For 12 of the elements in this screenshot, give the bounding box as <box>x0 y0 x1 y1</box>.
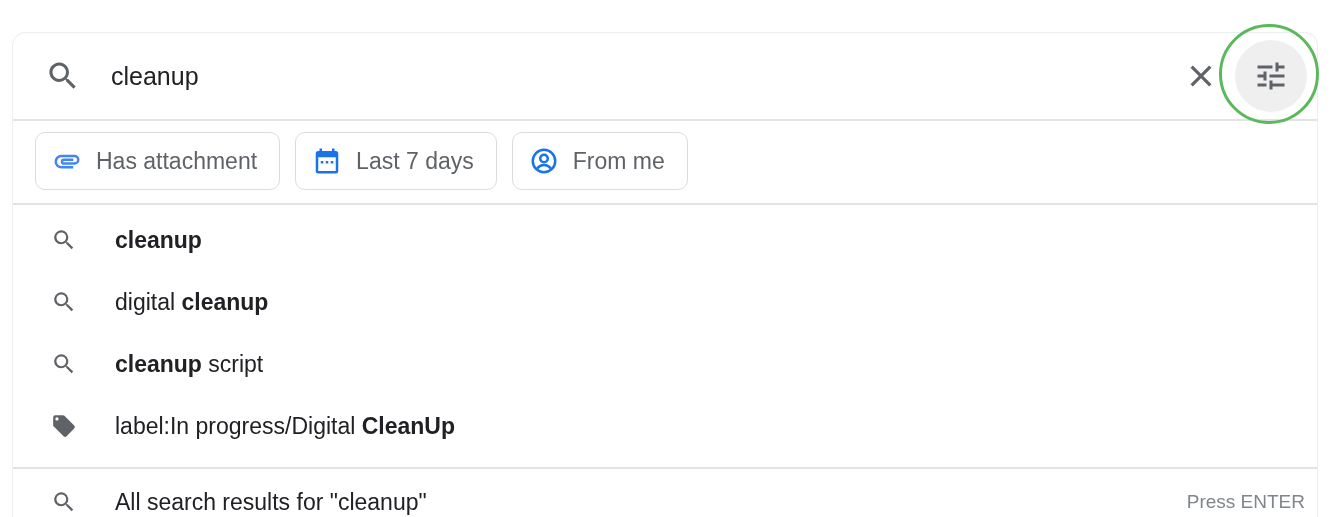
filter-chip[interactable]: From me <box>511 132 688 190</box>
search-field[interactable]: cleanup <box>111 56 1185 96</box>
search-options-button[interactable] <box>1235 40 1307 112</box>
suggestion-item[interactable]: label:In progress/Digital CleanUp <box>115 412 456 440</box>
tag-icon <box>51 413 77 439</box>
all-results-item[interactable]: All search results for "cleanup" <box>115 488 427 516</box>
filter-chip[interactable]: Has attachment <box>35 132 281 190</box>
suggestion-item[interactable]: cleanup <box>115 226 202 254</box>
shortcut-hint: Press ENTER <box>1186 491 1305 513</box>
filter-chip[interactable]: Last 7 days <box>295 132 497 190</box>
suggestion-item[interactable]: digital cleanup <box>115 288 269 316</box>
suggestion-item[interactable]: cleanup script <box>115 350 264 378</box>
